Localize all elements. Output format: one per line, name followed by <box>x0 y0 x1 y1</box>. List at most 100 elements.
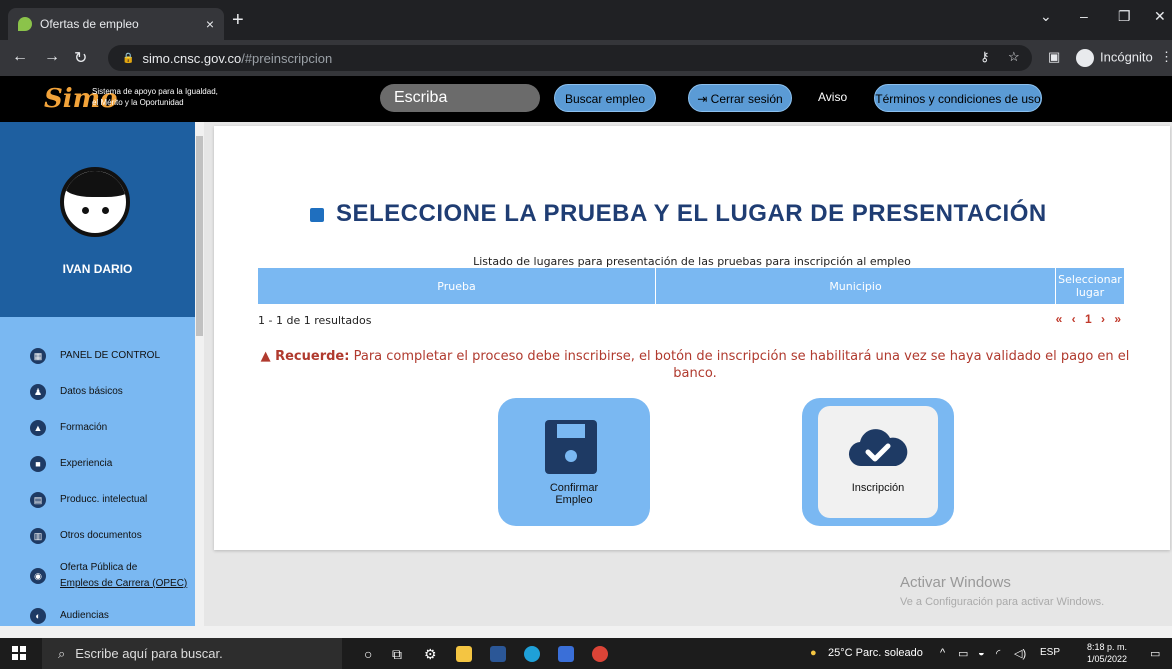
buscar-empleo-button[interactable]: Buscar empleo <box>554 84 656 112</box>
column-municipio[interactable]: Municipio <box>656 268 1056 304</box>
column-seleccionar[interactable]: Seleccionar lugar <box>1056 268 1124 304</box>
address-bar[interactable]: 🔒 simo.cnsc.gov.co/#preinscripcion <box>108 45 1032 71</box>
avatar <box>60 167 130 237</box>
star-icon[interactable]: ☆ <box>1008 49 1020 65</box>
inscripcion-panel: Inscripción <box>818 406 938 518</box>
back-icon[interactable]: ← <box>12 48 28 66</box>
taskbar: ⌕ Escribe aquí para buscar. ○ ⧉ ⚙ ● 25°C … <box>0 638 1172 669</box>
logo-tagline: Sistema de apoyo para la Igualdad, el Mér… <box>92 87 218 107</box>
search-input[interactable]: Escriba <box>380 84 540 112</box>
briefcase-icon: ■ <box>30 456 46 472</box>
sidebar-item-panel[interactable]: ▦ PANEL DE CONTROL <box>30 342 190 370</box>
cloud-check-icon <box>848 429 908 467</box>
tray-volume-icon[interactable]: ◁) <box>1014 647 1026 660</box>
reload-icon[interactable]: ↻ <box>74 48 87 68</box>
task-view-icon[interactable]: ⧉ <box>392 646 408 662</box>
screen: Ofertas de empleo × + ⌄ – ❐ ✕ ← → ↻ 🔒 si… <box>0 0 1172 669</box>
windows-start-icon[interactable] <box>12 646 26 660</box>
browser-tab[interactable]: Ofertas de empleo × <box>8 8 224 40</box>
graduation-icon: ▲ <box>30 420 46 436</box>
url-host: simo.cnsc.gov.co <box>142 50 242 66</box>
sidebar-item-formacion[interactable]: ▲ Formación <box>30 414 190 442</box>
terminos-button[interactable]: Términos y condiciones de uso <box>874 84 1042 112</box>
sidebar-scroll-thumb[interactable] <box>196 136 203 336</box>
chrome-icon[interactable] <box>592 646 608 662</box>
page-title: SELECCIONE LA PRUEBA Y EL LUGAR DE PRESE… <box>310 200 1047 228</box>
user-name: IVAN DARIO <box>62 262 133 276</box>
results-count: 1 - 1 de 1 resultados <box>258 314 372 327</box>
activate-windows-subtitle: Ve a Configuración para activar Windows. <box>900 596 1105 608</box>
aviso-link[interactable]: Aviso <box>818 90 847 104</box>
site-favicon-icon <box>18 17 32 31</box>
site-header: Simo Sistema de apoyo para la Igualdad, e… <box>0 76 1172 122</box>
tray-battery-icon[interactable]: ▭ <box>958 647 968 660</box>
language-indicator[interactable]: ESP <box>1040 647 1060 658</box>
reminder-text: Para completar el proceso debe inscribir… <box>353 349 1130 381</box>
sidebar-item-produccion[interactable]: ▤ Producc. intelectual <box>30 486 190 514</box>
document-icon: ▥ <box>30 528 46 544</box>
pagination[interactable]: « ‹ 1 › » <box>1056 312 1124 326</box>
main-horizontal-scrollbar[interactable] <box>204 626 1172 638</box>
browser-tab-bar: Ofertas de empleo × + ⌄ – ❐ ✕ <box>0 0 1172 40</box>
sidebar-item-experiencia[interactable]: ■ Experiencia <box>30 450 190 478</box>
table-caption: Listado de lugares para presentación de … <box>473 255 911 268</box>
simo-logo[interactable]: Simo Sistema de apoyo para la Igualdad, e… <box>44 83 234 115</box>
column-prueba[interactable]: Prueba <box>258 268 656 304</box>
confirmar-empleo-button[interactable]: Confirmar Empleo <box>498 398 650 526</box>
sidebar-item-datos[interactable]: ♟ Datos básicos <box>30 378 190 406</box>
app-icon[interactable] <box>558 646 574 662</box>
main-area: SELECCIONE LA PRUEBA Y EL LUGAR DE PRESE… <box>204 122 1172 626</box>
reminder-label: Recuerde: <box>275 349 350 364</box>
sidepanel-icon[interactable]: ▣ <box>1048 49 1060 65</box>
tab-close-icon[interactable]: × <box>206 16 214 32</box>
users-icon: ♟ <box>30 384 46 400</box>
table-header: Prueba Municipio Seleccionar lugar <box>258 268 1124 304</box>
tray-chevron-icon[interactable]: ^ <box>940 647 945 659</box>
profile-panel: IVAN DARIO <box>0 122 195 317</box>
url-path: /#preinscripcion <box>241 50 333 66</box>
sidebar: IVAN DARIO ▦ PANEL DE CONTROL ♟ Datos bási… <box>0 122 204 626</box>
inscripcion-label: Inscripción <box>851 482 905 494</box>
reminder-notice: ▲ Recuerde: Para completar el proceso de… <box>242 348 1148 382</box>
forward-icon[interactable]: → <box>44 48 60 66</box>
notifications-icon[interactable]: ▭ <box>1150 647 1160 660</box>
cortana-icon[interactable]: ○ <box>364 646 380 662</box>
weather-text[interactable]: 25°C Parc. soleado <box>828 647 923 659</box>
incognito-icon <box>1076 49 1094 67</box>
tray-wifi-icon[interactable]: ◜ <box>996 647 1000 660</box>
content-card: SELECCIONE LA PRUEBA Y EL LUGAR DE PRESE… <box>214 126 1170 550</box>
tab-title: Ofertas de empleo <box>40 17 139 31</box>
new-tab-icon[interactable]: + <box>232 10 244 30</box>
confirmar-label: Confirmar Empleo <box>549 482 599 506</box>
activate-windows-title: Activar Windows <box>900 574 1011 591</box>
word-icon[interactable] <box>490 646 506 662</box>
minimize-icon[interactable]: – <box>1080 8 1088 24</box>
lock-icon: 🔒 <box>122 52 135 64</box>
sidebar-item-audiencias[interactable]: ◐ Audiencias <box>30 602 190 626</box>
inscripcion-button[interactable]: Inscripción <box>802 398 954 526</box>
audience-icon: ◐ <box>30 608 46 624</box>
save-icon <box>545 420 597 474</box>
sidebar-item-documentos[interactable]: ▥ Otros documentos <box>30 522 190 550</box>
settings-icon[interactable]: ⚙ <box>424 646 440 662</box>
file-explorer-icon[interactable] <box>456 646 472 662</box>
maximize-icon[interactable]: ❐ <box>1118 8 1131 25</box>
close-window-icon[interactable]: ✕ <box>1154 8 1166 25</box>
cerrar-sesion-button[interactable]: ⇥ Cerrar sesión <box>688 84 792 112</box>
tray-network-icon[interactable]: ◒ <box>978 647 985 659</box>
warning-icon: ▲ <box>260 349 276 364</box>
search-icon: ⌕ <box>58 645 66 661</box>
chevron-down-icon[interactable]: ⌄ <box>1040 8 1052 25</box>
edge-icon[interactable] <box>524 646 540 662</box>
sidebar-horizontal-scrollbar[interactable] <box>0 626 204 638</box>
location-icon <box>310 207 324 222</box>
taskbar-search[interactable]: ⌕ Escribe aquí para buscar. <box>42 638 342 669</box>
kebab-menu-icon[interactable]: ⋮ <box>1160 49 1172 65</box>
incognito-badge[interactable]: Incógnito <box>1076 49 1153 67</box>
key-icon[interactable]: ⚷ <box>980 49 990 65</box>
weather-icon: ● <box>810 647 817 659</box>
logout-icon: ⇥ <box>697 92 711 106</box>
book-icon: ▤ <box>30 492 46 508</box>
taskbar-clock[interactable]: 8:18 p. m. 1/05/2022 <box>1082 641 1132 665</box>
sidebar-item-opec[interactable]: ◉ Oferta Pública de Empleos de Carrera (OP… <box>30 558 190 594</box>
